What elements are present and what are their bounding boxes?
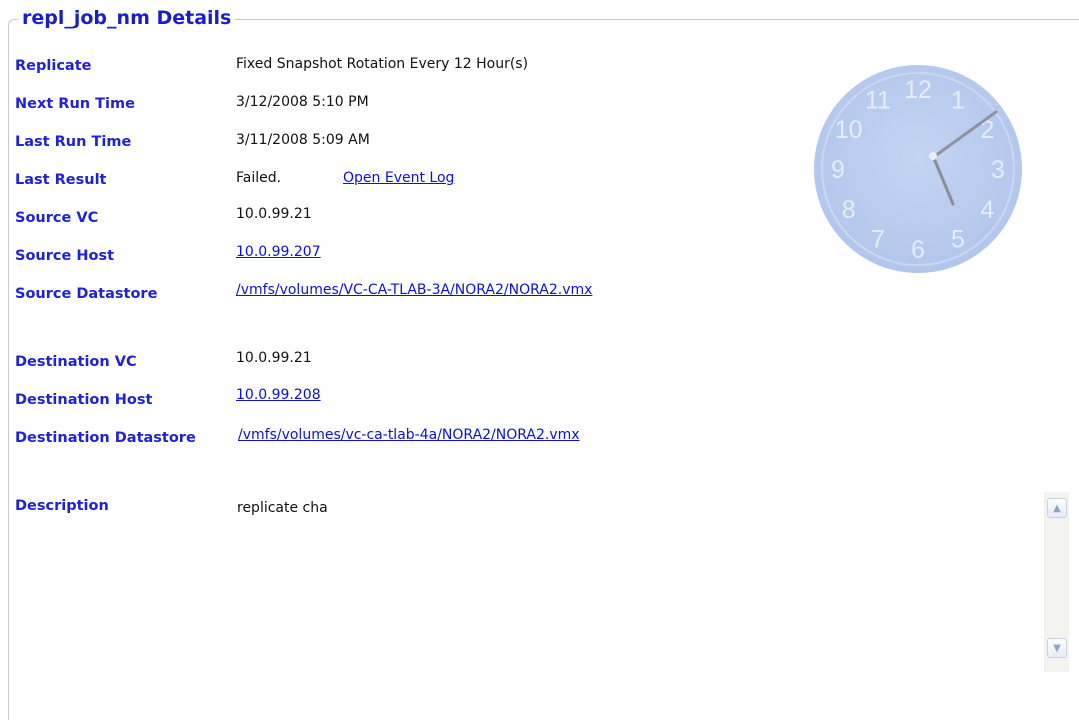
last-result-value: Failed. xyxy=(236,170,282,186)
source-host-label: Source Host xyxy=(15,248,115,264)
clock-center xyxy=(929,152,937,160)
clock-number: 7 xyxy=(871,225,885,253)
source-host-link[interactable]: 10.0.99.207 xyxy=(236,244,321,260)
destination-vc-label: Destination VC xyxy=(15,354,137,370)
destination-datastore-label: Destination Datastore xyxy=(15,430,196,446)
page-title: repl_job_nm Details xyxy=(18,5,236,31)
chevron-up-icon: ▲ xyxy=(1053,502,1061,514)
destination-host-link[interactable]: 10.0.99.208 xyxy=(236,387,321,403)
description-scrollbar[interactable]: ▲ ▼ xyxy=(1044,492,1069,672)
clock-number: 12 xyxy=(904,76,932,104)
source-datastore-link[interactable]: /vmfs/volumes/VC-CA-TLAB-3A/NORA2/NORA2.… xyxy=(236,282,592,298)
destination-host-label: Destination Host xyxy=(15,392,153,408)
last-run-time-label: Last Run Time xyxy=(15,134,132,150)
description-textarea[interactable]: replicate cha xyxy=(225,492,1035,672)
destination-vc-value: 10.0.99.21 xyxy=(236,350,312,366)
clock-number: 9 xyxy=(831,156,845,184)
clock-number: 10 xyxy=(835,116,863,144)
description-value: replicate cha xyxy=(237,500,328,516)
scroll-down-button[interactable]: ▼ xyxy=(1047,638,1067,658)
replicate-value: Fixed Snapshot Rotation Every 12 Hour(s) xyxy=(236,56,529,72)
clock-number: 5 xyxy=(951,225,965,253)
clock-number: 4 xyxy=(980,196,994,224)
description-label: Description xyxy=(15,498,109,514)
chevron-down-icon: ▼ xyxy=(1053,642,1061,654)
destination-datastore-link[interactable]: /vmfs/volumes/vc-ca-tlab-4a/NORA2/NORA2.… xyxy=(238,427,580,443)
replicate-label: Replicate xyxy=(15,58,92,74)
source-vc-label: Source VC xyxy=(15,210,99,226)
last-run-time-value: 3/11/2008 5:09 AM xyxy=(236,132,370,148)
last-result-label: Last Result xyxy=(15,172,107,188)
clock-number: 1 xyxy=(951,87,965,115)
next-run-time-value: 3/12/2008 5:10 PM xyxy=(236,94,369,110)
open-event-log-link[interactable]: Open Event Log xyxy=(343,170,454,186)
source-datastore-label: Source Datastore xyxy=(15,286,158,302)
clock-number: 6 xyxy=(911,236,925,264)
clock-icon: 12 1234567891011 xyxy=(814,65,1022,273)
next-run-time-label: Next Run Time xyxy=(15,96,135,112)
clock-number: 11 xyxy=(865,87,891,115)
source-vc-value: 10.0.99.21 xyxy=(236,206,312,222)
clock-number: 8 xyxy=(842,196,856,224)
scroll-up-button[interactable]: ▲ xyxy=(1047,498,1067,518)
clock-number: 3 xyxy=(991,156,1005,184)
